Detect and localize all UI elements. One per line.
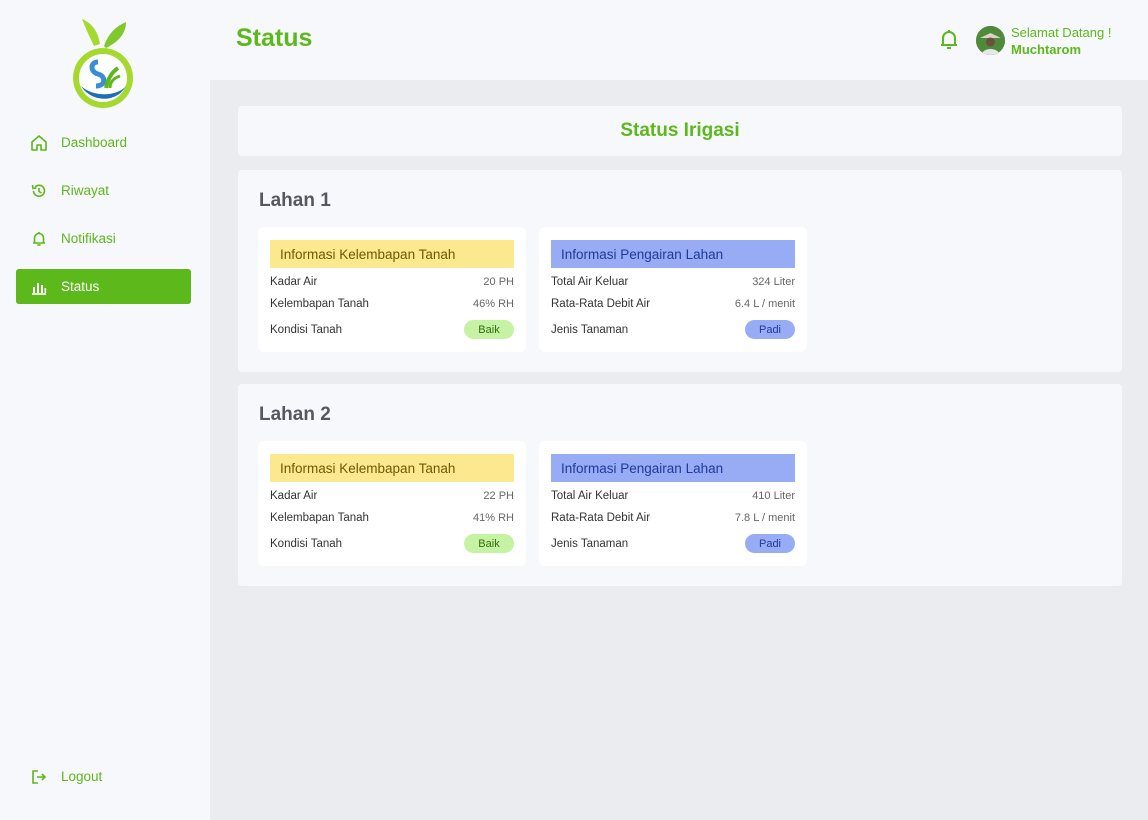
section-title: Status Irigasi [620, 120, 740, 141]
status-badge: Baik [464, 534, 514, 553]
row-value: 6.4 L / menit [734, 298, 795, 310]
row-value: 410 Liter [752, 490, 795, 502]
home-icon [30, 134, 48, 152]
lahan-title: Lahan 1 [259, 190, 331, 211]
info-row: Total Air Keluar 410 Liter [551, 490, 795, 502]
row-label: Kelembapan Tanah [270, 298, 369, 310]
lahan-title: Lahan 2 [259, 404, 331, 425]
row-value: 22 PH [483, 490, 514, 502]
sidebar-item-riwayat[interactable]: Riwayat [16, 173, 191, 208]
crop-badge: Padi [745, 320, 795, 339]
row-label: Jenis Tanaman [551, 537, 629, 550]
notification-bell-icon[interactable] [938, 28, 960, 52]
sidebar-item-status[interactable]: Status [16, 269, 191, 304]
moisture-header: Informasi Kelembapan Tanah [270, 240, 514, 268]
info-row: Rata-Rata Debit Air 7.8 L / menit [551, 512, 795, 524]
moisture-header: Informasi Kelembapan Tanah [270, 454, 514, 482]
info-row: Kelembapan Tanah 46% RH [270, 298, 514, 310]
logout-container: Logout [16, 759, 191, 807]
irrigation-info-card: Informasi Pengairan Lahan Total Air Kelu… [539, 227, 807, 352]
sidebar-nav: Dashboard Riwayat Notifikasi Status [16, 125, 191, 317]
row-label: Rata-Rata Debit Air [551, 298, 651, 310]
logout-button[interactable]: Logout [16, 759, 191, 794]
logout-label: Logout [61, 769, 103, 784]
info-row: Kadar Air 20 PH [270, 276, 514, 288]
info-row: Jenis Tanaman Padi [551, 534, 795, 553]
sidebar-item-dashboard[interactable]: Dashboard [16, 125, 191, 160]
info-row: Total Air Keluar 324 Liter [551, 276, 795, 288]
row-label: Kadar Air [270, 276, 318, 288]
crop-badge: Padi [745, 534, 795, 553]
info-row: Kelembapan Tanah 41% RH [270, 512, 514, 524]
avatar[interactable] [976, 26, 1005, 55]
row-value: 7.8 L / menit [734, 512, 795, 524]
welcome-block: Selamat Datang ! Muchtarom [1011, 24, 1111, 58]
info-row: Jenis Tanaman Padi [551, 320, 795, 339]
bell-icon [30, 230, 48, 248]
welcome-text: Selamat Datang ! [1011, 25, 1112, 40]
row-label: Rata-Rata Debit Air [551, 512, 651, 524]
user-name: Muchtarom [1011, 42, 1082, 57]
status-badge: Baik [464, 320, 514, 339]
info-row: Rata-Rata Debit Air 6.4 L / menit [551, 298, 795, 310]
irrigation-info-card: Informasi Pengairan Lahan Total Air Kelu… [539, 441, 807, 566]
row-label: Kadar Air [270, 490, 318, 502]
status-title-card: Status Irigasi [238, 106, 1122, 156]
app-logo [66, 16, 140, 114]
lahan-card: Lahan 2 Informasi Kelembapan Tanah Kadar… [238, 384, 1122, 586]
sidebar-item-label: Dashboard [61, 135, 128, 150]
sidebar-item-label: Status [61, 279, 100, 294]
row-value: 41% RH [473, 512, 514, 524]
lahan-card: Lahan 1 Informasi Kelembapan Tanah Kadar… [238, 170, 1122, 372]
row-value: 324 Liter [752, 276, 795, 288]
sidebar-item-label: Notifikasi [61, 231, 116, 246]
row-label: Kondisi Tanah [270, 537, 343, 550]
sidebar-item-label: Riwayat [61, 183, 110, 198]
logout-icon [30, 768, 48, 786]
row-label: Kondisi Tanah [270, 323, 343, 336]
page-title: Status [236, 24, 313, 52]
sidebar-item-notifikasi[interactable]: Notifikasi [16, 221, 191, 256]
row-value: 46% RH [473, 298, 514, 310]
row-label: Total Air Keluar [551, 276, 629, 288]
sidebar: Dashboard Riwayat Notifikasi Status Logo… [0, 0, 210, 820]
row-label: Total Air Keluar [551, 490, 629, 502]
row-label: Kelembapan Tanah [270, 512, 369, 524]
top-header: Status Selamat Datang ! Muchtarom [210, 0, 1148, 80]
bar-chart-icon [30, 278, 48, 296]
row-label: Jenis Tanaman [551, 323, 629, 336]
history-icon [30, 182, 48, 200]
irrigation-header: Informasi Pengairan Lahan [551, 240, 795, 268]
irrigation-header: Informasi Pengairan Lahan [551, 454, 795, 482]
info-row: Kadar Air 22 PH [270, 490, 514, 502]
row-value: 20 PH [483, 276, 514, 288]
moisture-info-card: Informasi Kelembapan Tanah Kadar Air 20 … [258, 227, 526, 352]
moisture-info-card: Informasi Kelembapan Tanah Kadar Air 22 … [258, 441, 526, 566]
info-row: Kondisi Tanah Baik [270, 534, 514, 553]
info-row: Kondisi Tanah Baik [270, 320, 514, 339]
